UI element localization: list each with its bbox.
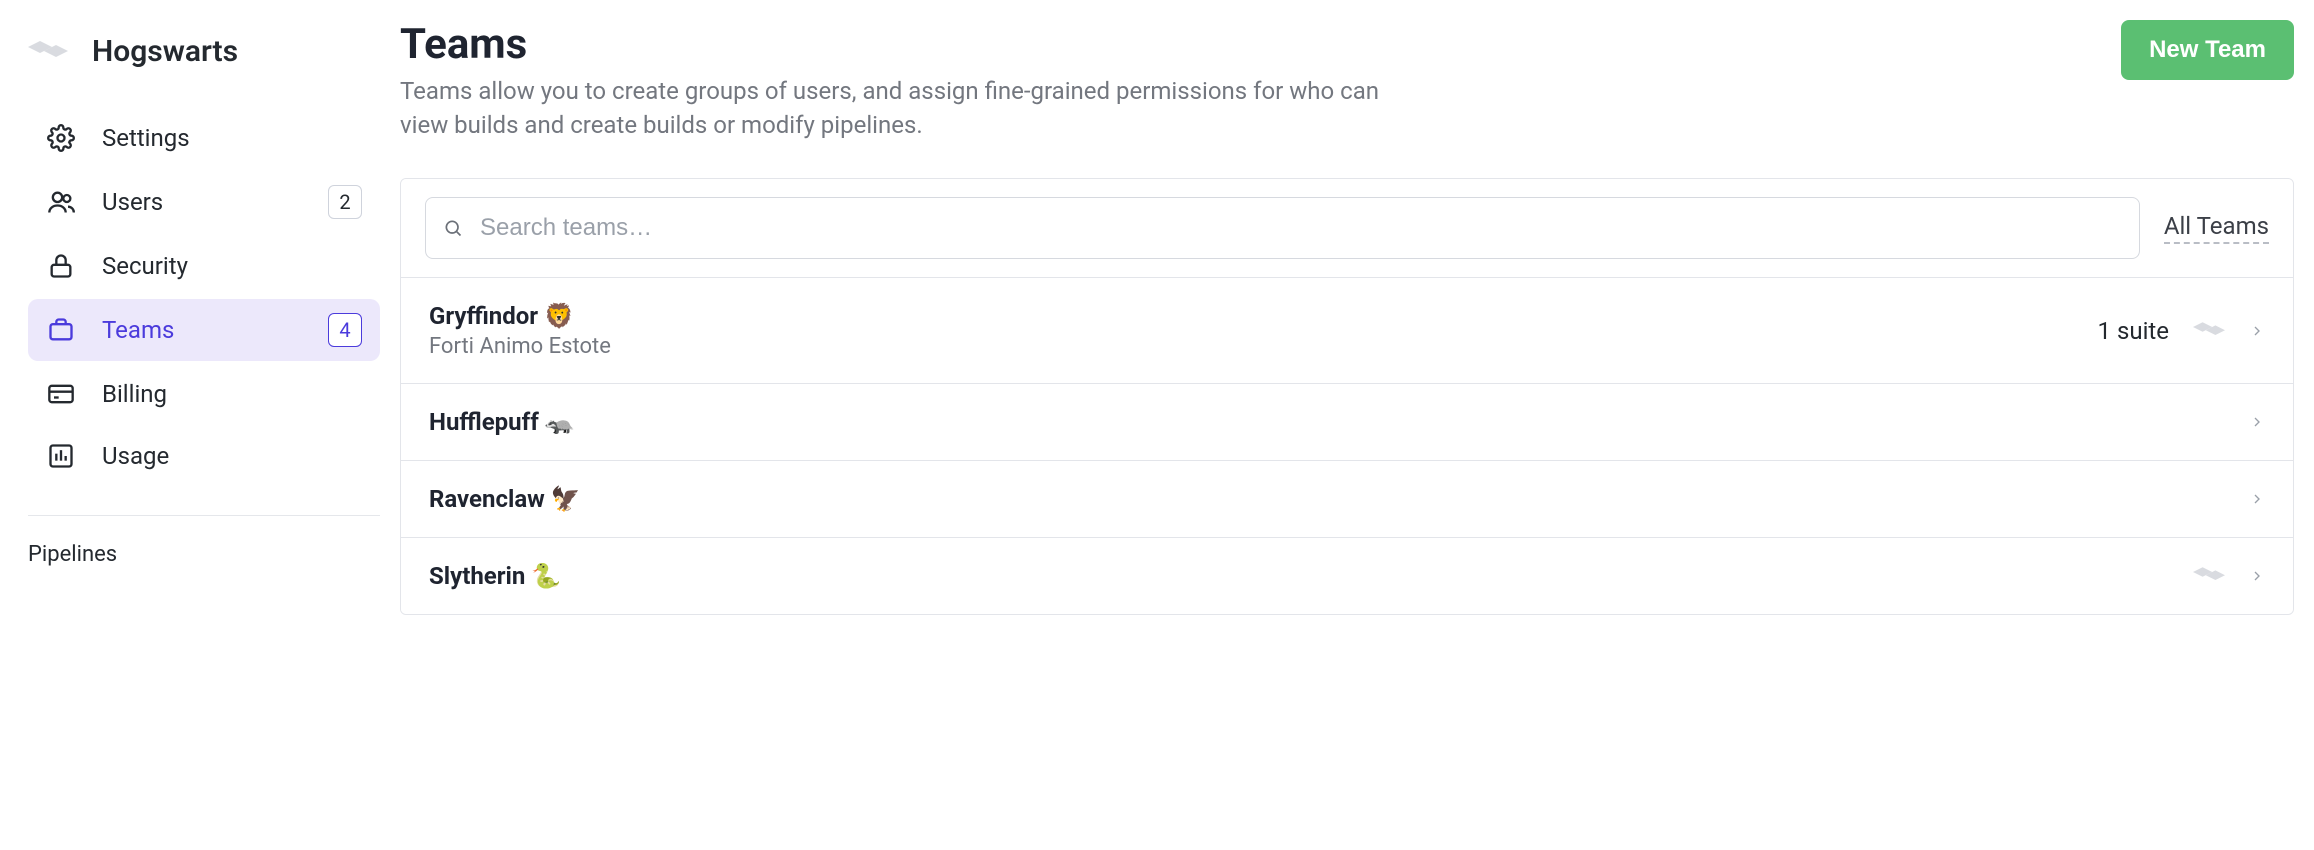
main-content: Teams Teams allow you to create groups o… <box>400 0 2314 850</box>
chevron-right-icon <box>2249 414 2265 430</box>
page-title: Teams <box>400 20 1380 69</box>
divider <box>28 515 380 516</box>
team-row[interactable]: Ravenclaw 🦅 <box>401 461 2293 538</box>
team-name: Slytherin 🐍 <box>429 562 561 590</box>
sidebar-badge: 2 <box>328 185 362 219</box>
sidebar-item-usage[interactable]: Usage <box>28 427 380 485</box>
team-name: Ravenclaw 🦅 <box>429 485 581 513</box>
all-teams-link[interactable]: All Teams <box>2164 212 2269 244</box>
team-left: Slytherin 🐍 <box>429 562 561 590</box>
team-left: Ravenclaw 🦅 <box>429 485 581 513</box>
chevron-right-icon <box>2249 491 2265 507</box>
team-subtitle: Forti Animo Estote <box>429 334 611 359</box>
search-wrap <box>425 197 2140 259</box>
sidebar-item-label: Billing <box>102 380 362 408</box>
team-row[interactable]: Slytherin 🐍 <box>401 538 2293 614</box>
sidebar-item-settings[interactable]: Settings <box>28 109 380 167</box>
new-team-button[interactable]: New Team <box>2121 20 2294 80</box>
teams-panel: All Teams Gryffindor 🦁 Forti Animo Estot… <box>400 178 2294 615</box>
search-input[interactable] <box>425 197 2140 259</box>
team-left: Gryffindor 🦁 Forti Animo Estote <box>429 302 611 359</box>
sidebar-item-label: Settings <box>102 124 362 152</box>
team-left: Hufflepuff 🦡 <box>429 408 575 436</box>
chevron-right-icon <box>2249 568 2265 584</box>
team-right <box>2249 491 2265 507</box>
org-name: Hogswarts <box>92 34 238 69</box>
sidebar-section-pipelines[interactable]: Pipelines <box>28 536 380 573</box>
sidebar: Hogswarts Settings Users 2 Security <box>0 0 400 850</box>
card-icon <box>46 379 76 409</box>
lock-icon <box>46 251 76 281</box>
search-row: All Teams <box>401 179 2293 278</box>
team-row[interactable]: Gryffindor 🦁 Forti Animo Estote 1 suite <box>401 278 2293 384</box>
org-logo-icon <box>28 37 68 67</box>
users-icon <box>46 187 76 217</box>
team-right: 1 suite <box>2098 317 2265 345</box>
org-mini-icon <box>2193 319 2225 343</box>
briefcase-icon <box>46 315 76 345</box>
team-right <box>2193 564 2265 588</box>
sidebar-item-label: Teams <box>102 316 302 344</box>
chevron-right-icon <box>2249 323 2265 339</box>
sidebar-item-label: Usage <box>102 442 362 470</box>
team-right <box>2249 414 2265 430</box>
title-block: Teams Teams allow you to create groups o… <box>400 20 1380 142</box>
title-row: Teams Teams allow you to create groups o… <box>400 20 2294 142</box>
sidebar-badge: 4 <box>328 313 362 347</box>
sidebar-item-users[interactable]: Users 2 <box>28 171 380 233</box>
sidebar-item-label: Users <box>102 188 302 216</box>
sidebar-item-label: Security <box>102 252 362 280</box>
sidebar-item-billing[interactable]: Billing <box>28 365 380 423</box>
sidebar-item-security[interactable]: Security <box>28 237 380 295</box>
sidebar-nav: Settings Users 2 Security Teams 4 <box>28 109 380 485</box>
team-row[interactable]: Hufflepuff 🦡 <box>401 384 2293 461</box>
team-meta: 1 suite <box>2098 317 2169 345</box>
search-icon <box>443 218 463 238</box>
org-header[interactable]: Hogswarts <box>28 28 380 109</box>
org-mini-icon <box>2193 564 2225 588</box>
page-description: Teams allow you to create groups of user… <box>400 75 1380 142</box>
team-name: Gryffindor 🦁 <box>429 302 611 330</box>
sidebar-item-teams[interactable]: Teams 4 <box>28 299 380 361</box>
team-name: Hufflepuff 🦡 <box>429 408 575 436</box>
chart-icon <box>46 441 76 471</box>
gear-icon <box>46 123 76 153</box>
